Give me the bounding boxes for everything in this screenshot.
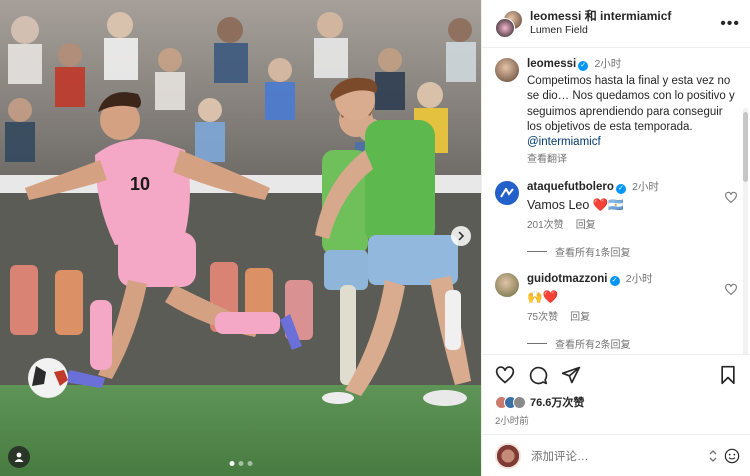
avatar [513,395,526,409]
comment-username[interactable]: ataquefutbolero [527,181,614,193]
comment-likes[interactable]: 201次赞 [527,220,564,231]
comment-text: Vamos Leo [527,198,593,213]
like-heart-icon[interactable] [495,365,515,385]
caption-time: 2小时 [594,58,622,70]
comment-username[interactable]: guidotmazzoni [527,273,608,285]
verified-badge-icon: ✓ [609,276,620,287]
save-bookmark-icon[interactable] [718,365,738,385]
avatar [495,442,521,469]
comment-item: guidotmazzoni ✓ 2小时 🙌❤️ 75次赞 回复 [495,272,738,324]
post-actions [482,354,750,394]
next-image-button[interactable] [451,226,471,246]
caption-text: Competimos hasta la final y esta vez no … [527,75,735,133]
comment-icon[interactable] [528,365,548,385]
post-side-panel: leomessi 和 intermiamicf Lumen Field ••• … [481,0,750,476]
carousel-dot [229,461,234,466]
like-comment-heart-icon[interactable] [724,283,738,296]
like-comment-heart-icon[interactable] [724,191,738,204]
view-replies-label: 查看所有2条回复 [555,339,631,351]
carousel-dot [247,461,252,466]
comment-likes[interactable]: 75次赞 [527,312,558,323]
post-time: 2小时前 [495,416,529,427]
post-author[interactable]: leomessi 和 intermiamicf [530,9,720,24]
jersey-number: 10 [130,174,150,194]
comment-emoji: ❤️🇦🇷 [592,198,624,213]
person-icon [14,452,24,462]
emoji-icon[interactable] [724,448,740,464]
verified-badge-icon: ✓ [578,61,589,71]
avatar[interactable] [495,58,519,82]
see-translation-link[interactable]: 查看翻译 [527,154,567,165]
verified-badge-icon: ✓ [615,184,626,195]
post-photo[interactable]: 10 [0,0,481,476]
chevron-right-icon [458,231,465,241]
ataque-logo-icon [500,188,514,198]
reply-button[interactable]: 回复 [576,220,596,231]
post-header: leomessi 和 intermiamicf Lumen Field ••• [482,0,750,48]
carousel-dot [238,461,243,466]
comments-list[interactable]: leomessi ✓ 2小时 Competimos hasta la final … [482,48,750,354]
view-replies-button[interactable]: 查看所有1条回复 [527,244,738,259]
comments-scrollbar[interactable] [743,108,748,354]
tagged-users-button[interactable] [8,446,30,468]
comment-item: ataquefutbolero ✓ 2小时 Vamos Leo ❤️🇦🇷 201次… [495,180,738,232]
avatar[interactable] [495,181,519,206]
comment-time: 2小时 [632,181,659,194]
add-comment-input[interactable]: 添加评论… [531,448,708,464]
comment-emoji: 🙌❤️ [527,290,559,305]
view-replies-label: 查看所有1条回复 [555,248,631,260]
collab-avatars[interactable] [495,9,523,38]
match-photo-illustration: 10 [0,0,481,476]
likes-summary[interactable]: 76.6万次赞 [482,394,750,410]
scrollbar-thumb[interactable] [743,112,748,182]
more-options-icon[interactable]: ••• [720,15,740,33]
caption-username[interactable]: leomessi [527,58,576,70]
reply-button[interactable]: 回复 [570,312,590,323]
carousel-indicator [229,461,252,466]
avatar [495,17,515,38]
add-comment-bar: 添加评论… [482,434,750,476]
post-location[interactable]: Lumen Field [530,24,720,37]
avatar[interactable] [495,273,519,298]
share-icon[interactable] [561,365,581,385]
caption-mention[interactable]: @intermiamicf [527,136,601,148]
expand-icon[interactable] [708,449,718,463]
likes-count[interactable]: 76.6万次赞 [530,394,584,410]
caption: leomessi ✓ 2小时 Competimos hasta la final … [495,57,738,166]
comment-time: 2小时 [625,273,653,286]
view-replies-button[interactable]: 查看所有2条回复 [527,336,738,351]
